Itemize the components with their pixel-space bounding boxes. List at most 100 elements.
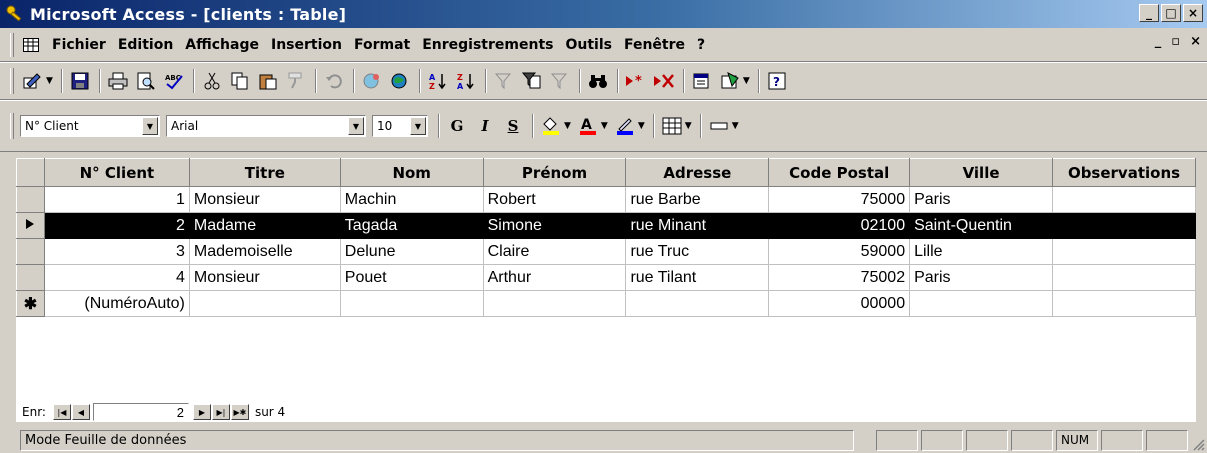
column-header[interactable]: Nom (339, 158, 484, 187)
new-object-dropdown-icon[interactable]: ▼ (743, 76, 750, 86)
help-icon[interactable]: ? (764, 68, 790, 94)
delete-record-icon[interactable] (651, 68, 677, 94)
cell-code-postal[interactable]: 59000 (768, 238, 911, 265)
cell-adresse[interactable]: rue Tilant (625, 264, 770, 291)
cell-adresse[interactable]: rue Barbe (625, 186, 770, 213)
cell-nom[interactable]: Tagada (339, 212, 484, 239)
cell-ville[interactable]: Paris (909, 264, 1053, 291)
font-select[interactable]: Arial ▼ (166, 115, 366, 137)
font-color-dropdown-icon[interactable]: ▼ (601, 121, 608, 131)
previous-record-icon[interactable]: ◀ (71, 404, 90, 420)
column-header[interactable]: Observations (1052, 158, 1196, 187)
cell-code-postal[interactable]: 00000 (768, 290, 911, 317)
doc-restore-button[interactable]: ▫ (1171, 34, 1180, 49)
line-color-dropdown-icon[interactable]: ▼ (638, 121, 645, 131)
italic-button[interactable]: I (472, 113, 498, 139)
table-row[interactable]: 1 Monsieur Machin Robert rue Barbe 75000… (16, 186, 1196, 213)
cell-observations[interactable] (1052, 290, 1196, 317)
bold-button[interactable]: G (444, 113, 470, 139)
font-size-select[interactable]: 10 ▼ (372, 115, 428, 137)
new-record-nav-icon[interactable]: ▶✱ (230, 404, 249, 420)
table-row[interactable]: 4 Monsieur Pouet Arthur rue Tilant 75002… (16, 264, 1196, 291)
access-key-icon[interactable] (4, 3, 26, 25)
cell-ville[interactable] (909, 290, 1053, 317)
cell-observations[interactable] (1052, 264, 1196, 291)
cell-nom[interactable]: Pouet (339, 264, 484, 291)
cell-prenom[interactable]: Robert (482, 186, 627, 213)
apply-filter-icon[interactable] (547, 68, 573, 94)
filter-by-form-icon[interactable] (519, 68, 545, 94)
cell-adresse[interactable]: rue Truc (625, 238, 770, 265)
first-record-icon[interactable]: |◀ (52, 404, 71, 420)
database-window-icon[interactable] (717, 68, 743, 94)
column-header[interactable]: Titre (188, 158, 341, 187)
cell-code-postal[interactable]: 75002 (768, 264, 911, 291)
menu-fichier[interactable]: Fichier (52, 37, 106, 53)
cell-titre[interactable]: Mademoiselle (188, 238, 341, 265)
last-record-icon[interactable]: ▶| (211, 404, 230, 420)
gridlines-dropdown-icon[interactable]: ▼ (685, 121, 692, 131)
table-row[interactable]: 3 Mademoiselle Delune Claire rue Truc 59… (16, 238, 1196, 265)
resize-grip-icon[interactable] (1191, 437, 1205, 451)
find-binoculars-icon[interactable] (585, 68, 611, 94)
cell-id[interactable]: 1 (43, 186, 190, 213)
table-row-current[interactable]: 2 Madame Tagada Simone rue Minant 02100 … (16, 212, 1196, 239)
cell-nom[interactable]: Machin (339, 186, 484, 213)
record-selector[interactable]: ✱ (16, 290, 45, 317)
column-header[interactable]: Code Postal (768, 158, 911, 187)
cut-icon[interactable] (199, 68, 225, 94)
cell-prenom[interactable]: Claire (482, 238, 627, 265)
cell-prenom[interactable]: Arthur (482, 264, 627, 291)
menu-help[interactable]: ? (697, 37, 705, 53)
chevron-down-icon[interactable]: ▼ (142, 117, 158, 135)
column-header[interactable]: N° Client (43, 158, 190, 187)
copy-icon[interactable] (227, 68, 253, 94)
fill-color-icon[interactable] (538, 113, 564, 139)
special-effect-dropdown-icon[interactable]: ▼ (732, 121, 739, 131)
spelling-icon[interactable]: ABC (161, 68, 187, 94)
cell-observations[interactable] (1052, 212, 1196, 239)
format-painter-icon[interactable] (283, 68, 309, 94)
properties-icon[interactable] (689, 68, 715, 94)
cell-nom[interactable] (339, 290, 484, 317)
cell-code-postal[interactable]: 75000 (768, 186, 911, 213)
menu-insertion[interactable]: Insertion (271, 37, 342, 53)
font-color-icon[interactable]: A (575, 113, 601, 139)
cell-ville[interactable]: Lille (909, 238, 1053, 265)
cell-ville[interactable]: Paris (909, 186, 1053, 213)
menu-fenetre[interactable]: Fenêtre (624, 37, 685, 53)
record-selector[interactable] (16, 238, 45, 265)
column-header[interactable]: Prénom (482, 158, 627, 187)
cell-id-autonumber[interactable]: (NuméroAuto) (43, 290, 190, 317)
chevron-down-icon[interactable]: ▼ (410, 117, 426, 135)
save-icon[interactable] (67, 68, 93, 94)
cell-nom[interactable]: Delune (339, 238, 484, 265)
chevron-down-icon[interactable]: ▼ (348, 117, 364, 135)
select-all-corner[interactable] (16, 158, 45, 187)
hyperlink-icon[interactable] (359, 68, 385, 94)
menu-affichage[interactable]: Affichage (185, 37, 259, 53)
cell-observations[interactable] (1052, 186, 1196, 213)
new-record-icon[interactable]: * (623, 68, 649, 94)
filter-by-selection-icon[interactable] (491, 68, 517, 94)
cell-adresse[interactable]: rue Minant (625, 212, 770, 239)
cell-id[interactable]: 4 (43, 264, 190, 291)
cell-code-postal[interactable]: 02100 (768, 212, 911, 239)
toolbar-grip[interactable] (10, 113, 14, 139)
line-color-icon[interactable] (612, 113, 638, 139)
next-record-icon[interactable]: ▶ (192, 404, 211, 420)
field-select[interactable]: N° Client ▼ (20, 115, 160, 137)
minimize-button[interactable]: _ (1139, 4, 1159, 22)
view-dropdown-icon[interactable]: ▼ (46, 76, 53, 86)
web-toolbar-icon[interactable] (387, 68, 413, 94)
print-preview-icon[interactable] (133, 68, 159, 94)
menu-format[interactable]: Format (354, 37, 410, 53)
cell-titre[interactable]: Monsieur (188, 186, 341, 213)
toolbar-grip[interactable] (10, 68, 14, 94)
special-effect-icon[interactable] (706, 113, 732, 139)
column-header[interactable]: Ville (909, 158, 1053, 187)
menu-grip[interactable] (10, 32, 14, 57)
column-header[interactable]: Adresse (625, 158, 770, 187)
cell-ville[interactable]: Saint-Quentin (909, 212, 1053, 239)
cell-observations[interactable] (1052, 238, 1196, 265)
